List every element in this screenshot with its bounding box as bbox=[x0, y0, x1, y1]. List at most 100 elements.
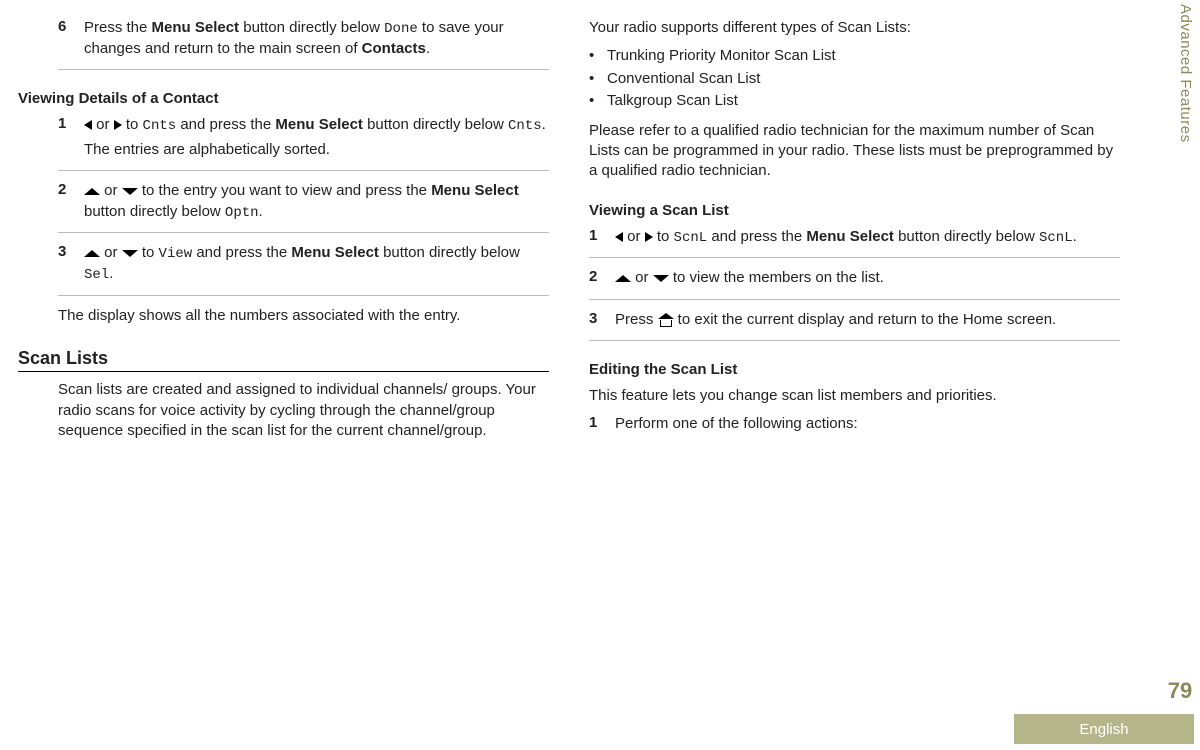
step-number: 6 bbox=[58, 18, 84, 59]
divider bbox=[58, 69, 549, 70]
heading-editing-scan-list: Editing the Scan List bbox=[589, 361, 1120, 378]
step-text: or to the entry you want to view and pre… bbox=[84, 181, 549, 222]
scan-lists-note: Please refer to a qualified radio techni… bbox=[589, 121, 1120, 182]
scan-types-intro: Your radio supports different types of S… bbox=[589, 18, 1120, 38]
step-number: 1 bbox=[58, 115, 84, 160]
view-details-result: The display shows all the numbers associ… bbox=[58, 306, 549, 326]
right-arrow-icon bbox=[114, 120, 122, 130]
text: . bbox=[426, 40, 430, 57]
divider bbox=[58, 295, 549, 296]
text: or bbox=[100, 182, 122, 199]
scnl-code: ScnL bbox=[674, 230, 708, 246]
step-text: Perform one of the following actions: bbox=[615, 414, 1120, 434]
heading-scan-lists: Scan Lists bbox=[18, 348, 549, 369]
step-text: or to ScnL and press the Menu Select but… bbox=[615, 227, 1120, 248]
list-item: Conventional Scan List bbox=[589, 69, 1120, 89]
language-label: English bbox=[1079, 721, 1128, 738]
step-6: 6 Press the Menu Select button directly … bbox=[58, 18, 549, 59]
home-icon bbox=[658, 313, 674, 327]
text: Press bbox=[615, 311, 658, 328]
menu-select-label: Menu Select bbox=[152, 19, 240, 36]
text: or bbox=[623, 228, 645, 245]
menu-select-label: Menu Select bbox=[806, 228, 894, 245]
scan-lists-description: Scan lists are created and assigned to i… bbox=[58, 380, 549, 441]
edit-scan-step-1: 1 Perform one of the following actions: bbox=[589, 414, 1120, 434]
heading-rule bbox=[18, 371, 549, 372]
side-tab-chapter: Advanced Features bbox=[1170, 4, 1194, 209]
step-text: or to Cnts and press the Menu Select but… bbox=[84, 115, 549, 160]
right-arrow-icon bbox=[645, 232, 653, 242]
text: button directly below bbox=[84, 203, 225, 220]
text: . bbox=[1073, 228, 1077, 245]
step-note: The entries are alphabetically sorted. bbox=[84, 141, 330, 158]
divider bbox=[589, 299, 1120, 300]
text: to the entry you want to view and press … bbox=[138, 182, 432, 199]
page-content: 6 Press the Menu Select button directly … bbox=[0, 0, 1160, 449]
step-number: 3 bbox=[58, 243, 84, 285]
text: button directly below bbox=[894, 228, 1039, 245]
text: and press the bbox=[192, 244, 291, 261]
scan-types-list: Trunking Priority Monitor Scan List Conv… bbox=[589, 46, 1120, 111]
text: button directly below bbox=[239, 19, 384, 36]
down-arrow-icon bbox=[122, 188, 138, 195]
text: to exit the current display and return t… bbox=[674, 311, 1057, 328]
text: or bbox=[631, 269, 653, 286]
up-arrow-icon bbox=[84, 250, 100, 257]
sel-code: Sel bbox=[84, 267, 109, 283]
text: to bbox=[122, 116, 143, 133]
heading-viewing-scan-list: Viewing a Scan List bbox=[589, 202, 1120, 219]
text: . bbox=[259, 203, 263, 220]
down-arrow-icon bbox=[653, 275, 669, 282]
left-arrow-icon bbox=[615, 232, 623, 242]
text: Press the bbox=[84, 19, 152, 36]
divider bbox=[589, 257, 1120, 258]
view-details-step-2: 2 or to the entry you want to view and p… bbox=[58, 181, 549, 222]
left-arrow-icon bbox=[84, 120, 92, 130]
text: button directly below bbox=[363, 116, 508, 133]
divider bbox=[58, 170, 549, 171]
step-number: 1 bbox=[589, 227, 615, 248]
page-number: 79 bbox=[1166, 678, 1194, 704]
step-number: 2 bbox=[589, 268, 615, 288]
step-number: 2 bbox=[58, 181, 84, 222]
up-arrow-icon bbox=[615, 275, 631, 282]
text: and press the bbox=[707, 228, 806, 245]
text: to bbox=[653, 228, 674, 245]
view-details-step-1: 1 or to Cnts and press the Menu Select b… bbox=[58, 115, 549, 160]
right-column: Your radio supports different types of S… bbox=[589, 10, 1120, 449]
view-scan-step-1: 1 or to ScnL and press the Menu Select b… bbox=[589, 227, 1120, 248]
step-text: or to view the members on the list. bbox=[615, 268, 1120, 288]
text: to bbox=[138, 244, 159, 261]
left-column: 6 Press the Menu Select button directly … bbox=[18, 10, 549, 449]
optn-code: Optn bbox=[225, 205, 259, 221]
text: and press the bbox=[176, 116, 275, 133]
step-text: Press the Menu Select button directly be… bbox=[84, 18, 549, 59]
view-scan-step-2: 2 or to view the members on the list. bbox=[589, 268, 1120, 288]
edit-scan-description: This feature lets you change scan list m… bbox=[589, 386, 1120, 406]
view-code: View bbox=[159, 246, 193, 262]
step-text: or to View and press the Menu Select but… bbox=[84, 243, 549, 285]
text: or bbox=[92, 116, 114, 133]
cnts-code: Cnts bbox=[508, 118, 542, 134]
heading-view-contact-details: Viewing Details of a Contact bbox=[18, 90, 549, 107]
contacts-label: Contacts bbox=[362, 40, 426, 57]
divider bbox=[589, 340, 1120, 341]
list-item: Trunking Priority Monitor Scan List bbox=[589, 46, 1120, 66]
step-number: 3 bbox=[589, 310, 615, 330]
text: to view the members on the list. bbox=[669, 269, 884, 286]
up-arrow-icon bbox=[84, 188, 100, 195]
menu-select-label: Menu Select bbox=[291, 244, 379, 261]
text: . bbox=[542, 116, 546, 133]
done-code: Done bbox=[384, 21, 418, 37]
scnl-code: ScnL bbox=[1039, 230, 1073, 246]
text: button directly below bbox=[379, 244, 520, 261]
view-details-step-3: 3 or to View and press the Menu Select b… bbox=[58, 243, 549, 285]
list-item: Talkgroup Scan List bbox=[589, 91, 1120, 111]
menu-select-label: Menu Select bbox=[275, 116, 363, 133]
divider bbox=[58, 232, 549, 233]
language-badge: English bbox=[1014, 714, 1194, 744]
down-arrow-icon bbox=[122, 250, 138, 257]
text: . bbox=[109, 265, 113, 282]
view-scan-step-3: 3 Press to exit the current display and … bbox=[589, 310, 1120, 330]
step-text: Press to exit the current display and re… bbox=[615, 310, 1120, 330]
